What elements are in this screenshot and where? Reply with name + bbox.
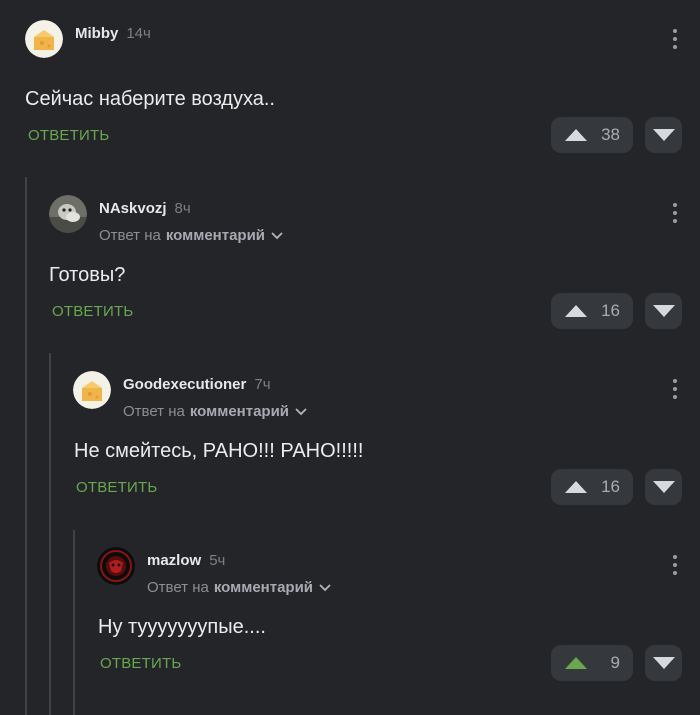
upvote-button[interactable]: 16 [551,293,633,329]
comment-header: mazlow 5ч Ответ на комментарий [97,547,331,596]
triangle-up-icon [565,305,587,317]
username[interactable]: Mibby [75,25,118,42]
username[interactable]: mazlow [147,552,201,569]
downvote-button[interactable] [645,645,682,681]
more-options-icon[interactable] [670,379,680,399]
chevron-down-icon[interactable] [271,231,283,240]
comment-header: Goodexecutioner 7ч Ответ на комментарий [73,371,307,420]
reply-to-target[interactable]: комментарий [214,579,313,596]
comment-time: 14ч [126,25,151,42]
thread-line-level-2 [49,353,51,715]
triangle-down-icon [652,657,675,669]
more-options-icon[interactable] [670,203,680,223]
downvote-button[interactable] [645,293,682,329]
comment-text: Готовы? [49,264,126,286]
username[interactable]: Goodexecutioner [123,376,246,393]
rating-count: 16 [601,301,620,320]
avatar[interactable] [73,371,111,409]
comment-header: NAskvozj 8ч Ответ на комментарий [49,195,283,244]
reply-to-target[interactable]: комментарий [166,227,265,244]
avatar[interactable] [97,547,135,585]
triangle-up-icon [565,657,587,669]
reply-to-prefix: Ответ на [123,403,185,420]
more-options-icon[interactable] [670,29,680,49]
reply-to-prefix: Ответ на [147,579,209,596]
reply-to-link[interactable]: Ответ на комментарий [123,403,307,420]
reply-button[interactable]: ОТВЕТИТЬ [28,127,109,144]
triangle-up-icon [565,481,587,493]
comment-header: Mibby 14ч [25,20,151,58]
triangle-down-icon [652,129,675,141]
upvote-button[interactable]: 9 [551,645,633,681]
reply-to-link[interactable]: Ответ на комментарий [99,227,283,244]
avatar[interactable] [25,20,63,58]
downvote-button[interactable] [645,469,682,505]
comment-text: Ну тууууууупые.... [98,616,266,638]
rating-count: 9 [610,653,620,672]
rating-count: 38 [601,125,620,144]
thread-line-level-1 [25,177,27,715]
rating-count: 16 [601,477,620,496]
upvote-button[interactable]: 38 [551,117,633,153]
thread-line-level-3 [73,530,75,715]
comment-time: 5ч [209,552,226,569]
downvote-button[interactable] [645,117,682,153]
more-options-icon[interactable] [670,555,680,575]
comment-time: 8ч [174,200,191,217]
triangle-down-icon [652,305,675,317]
reply-to-target[interactable]: комментарий [190,403,289,420]
reply-button[interactable]: ОТВЕТИТЬ [76,479,157,496]
chevron-down-icon[interactable] [295,407,307,416]
username[interactable]: NAskvozj [99,200,167,217]
reply-button[interactable]: ОТВЕТИТЬ [52,303,133,320]
reply-to-link[interactable]: Ответ на комментарий [147,579,331,596]
triangle-up-icon [565,129,587,141]
upvote-button[interactable]: 16 [551,469,633,505]
comment-text: Сейчас наберите воздуха.. [25,88,275,110]
reply-button[interactable]: ОТВЕТИТЬ [100,655,181,672]
comment-text: Не смейтесь, РАНО!!! РАНО!!!!! [74,440,364,462]
reply-to-prefix: Ответ на [99,227,161,244]
avatar[interactable] [49,195,87,233]
triangle-down-icon [652,481,675,493]
comment-time: 7ч [254,376,271,393]
chevron-down-icon[interactable] [319,583,331,592]
